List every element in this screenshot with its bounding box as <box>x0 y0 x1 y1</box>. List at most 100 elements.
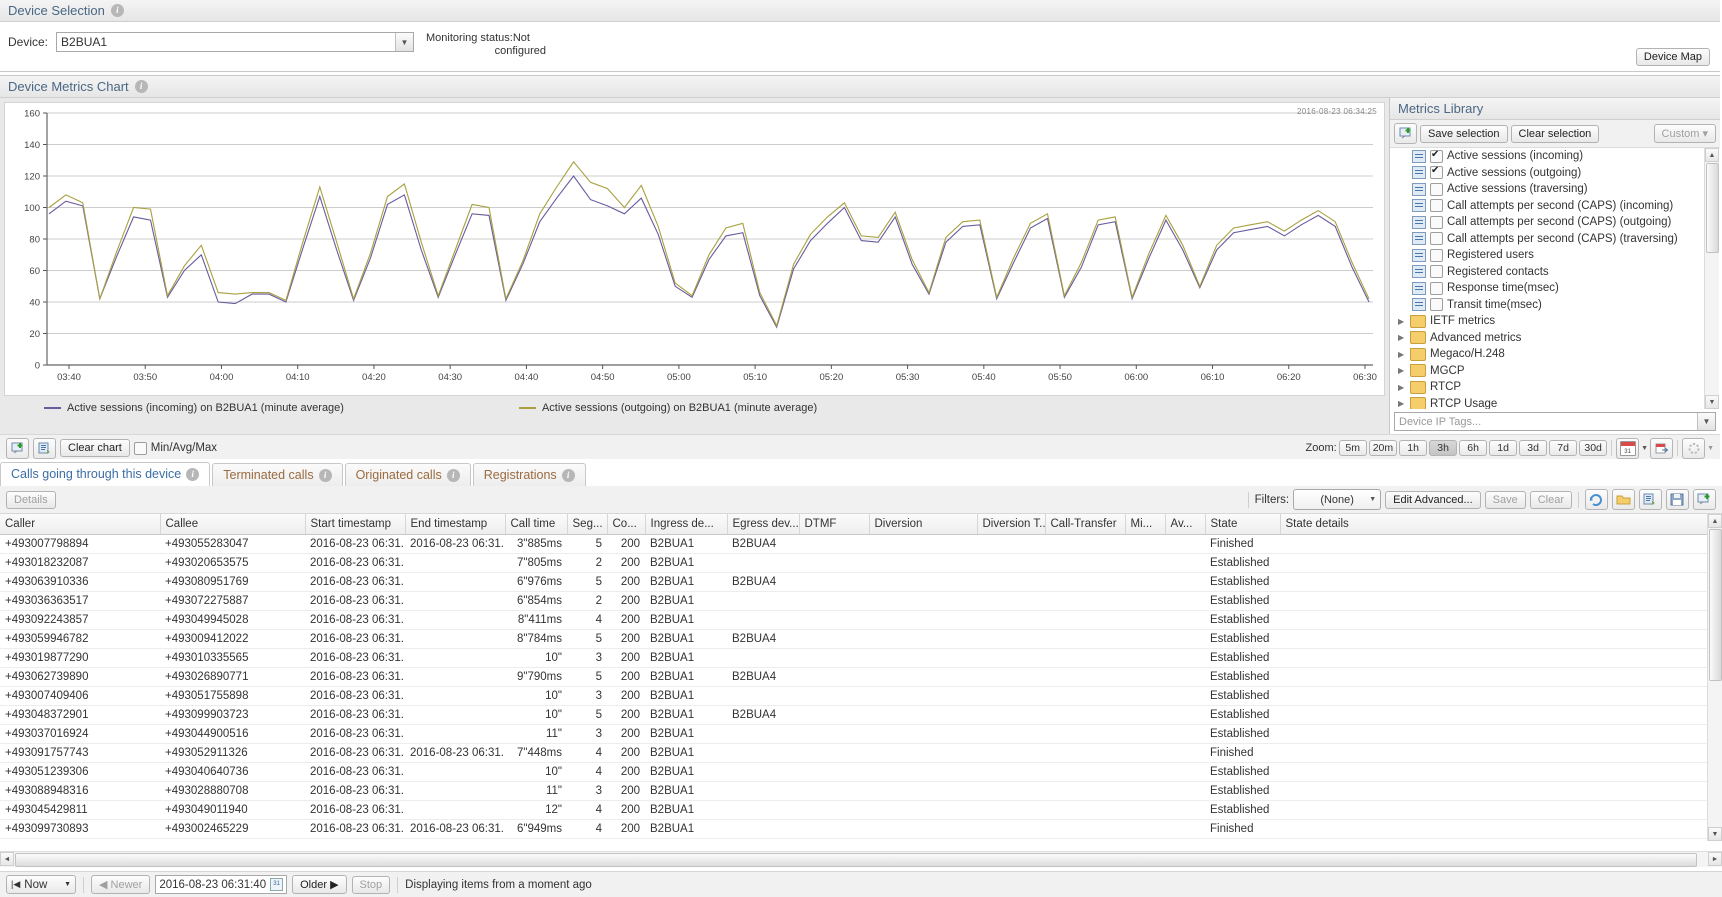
metric-checkbox[interactable] <box>1430 165 1443 180</box>
metric-item[interactable]: Response time(msec) <box>1390 280 1720 297</box>
calendar-picker-icon[interactable] <box>1616 437 1640 459</box>
device-map-button[interactable]: Device Map <box>1635 48 1710 66</box>
export-chart-icon[interactable] <box>6 437 29 459</box>
metric-checkbox[interactable] <box>1430 215 1443 229</box>
zoom-5m-button[interactable]: 5m <box>1338 440 1367 456</box>
info-icon[interactable]: i <box>561 468 575 482</box>
scrollbar-thumb[interactable] <box>1706 163 1719 253</box>
metric-item[interactable]: Registered users <box>1390 247 1720 264</box>
table-row[interactable]: +493062739890 +493026890771 2016-08-23 06:… <box>0 667 1722 687</box>
metric-item[interactable]: Active sessions (traversing) <box>1390 181 1720 198</box>
table-row[interactable]: +493088948316 +493028880708 2016-08-23 06:… <box>0 781 1722 801</box>
metrics-library-list[interactable]: Active sessions (incoming) Active session… <box>1390 148 1720 409</box>
chevron-right-icon[interactable]: ▶ <box>1398 350 1406 359</box>
metric-folder[interactable]: ▶ MGCP <box>1390 363 1720 380</box>
metric-folder[interactable]: ▶ RTCP <box>1390 379 1720 396</box>
minavgmax-checkbox[interactable] <box>133 441 147 455</box>
table-row[interactable]: +493037016924 +493044900516 2016-08-23 06:… <box>0 724 1722 744</box>
grid-vertical-scrollbar[interactable]: ▲ ▼ <box>1707 514 1722 841</box>
column-header[interactable]: Callee <box>160 514 306 535</box>
device-select[interactable]: B2BUA1 ▼ <box>56 32 415 52</box>
table-row[interactable]: +493007798894 +493055283047 2016-08-23 06:… <box>0 534 1722 554</box>
calendar-icon[interactable]: 31 <box>270 878 284 891</box>
table-row[interactable]: +493051239306 +493040640736 2016-08-23 06:… <box>0 762 1722 782</box>
metric-item[interactable]: Call attempts per second (CAPS) (outgoin… <box>1390 214 1720 231</box>
info-icon[interactable]: i <box>110 4 124 17</box>
scrollbar-thumb[interactable] <box>15 853 1697 867</box>
metric-item[interactable]: Transit time(msec) <box>1390 297 1720 314</box>
edit-advanced-button[interactable]: Edit Advanced... <box>1385 490 1481 509</box>
chart-plot-area[interactable]: 2016-08-23 06:34:25 0 20 40 60 80 100 120 140 16… <box>4 102 1385 396</box>
now-select[interactable]: |◀ Now ▼ <box>6 875 76 894</box>
chevron-right-icon[interactable]: ▶ <box>1398 317 1406 326</box>
tab-2[interactable]: Originated calls i <box>344 463 471 487</box>
metric-item[interactable]: Active sessions (incoming) <box>1390 148 1720 165</box>
filter-select[interactable]: (None) ▼ <box>1293 489 1382 510</box>
column-header[interactable]: DTMF <box>799 514 870 535</box>
column-header[interactable]: Start timestamp <box>305 514 406 535</box>
scroll-right-icon[interactable]: ► <box>1708 852 1722 866</box>
scroll-up-icon[interactable]: ▲ <box>1705 148 1719 162</box>
zoom-3h-button[interactable]: 3h <box>1429 440 1458 456</box>
table-row[interactable]: +493007409406 +493051755898 2016-08-23 06:… <box>0 686 1722 706</box>
export-grid-icon[interactable] <box>1693 489 1716 510</box>
metric-checkbox[interactable] <box>1430 182 1443 196</box>
zoom-3d-button[interactable]: 3d <box>1519 440 1548 456</box>
tab-0[interactable]: Calls going through this device i <box>0 462 211 487</box>
save-selection-button[interactable]: Save selection <box>1420 124 1508 143</box>
column-header[interactable]: Call-Transfer <box>1045 514 1126 535</box>
clear-chart-button[interactable]: Clear chart <box>60 439 130 457</box>
chevron-down-icon[interactable]: ▼ <box>1707 445 1714 452</box>
device-ip-tags-input[interactable]: Device IP Tags... ▼ <box>1394 412 1716 431</box>
zoom-1h-button[interactable]: 1h <box>1399 440 1428 456</box>
table-row[interactable]: +493019877290 +493010335565 2016-08-23 06:… <box>0 648 1722 668</box>
metric-checkbox[interactable] <box>1430 298 1443 312</box>
column-header[interactable]: Diversion T... <box>977 514 1046 535</box>
clear-filter-button[interactable]: Clear <box>1529 490 1572 509</box>
column-header[interactable]: Co... <box>607 514 646 535</box>
chart-settings-icon[interactable] <box>33 437 56 459</box>
calendar-export-icon[interactable] <box>1650 437 1674 459</box>
scrollbar-thumb[interactable] <box>1709 529 1722 681</box>
report-icon[interactable] <box>1639 489 1662 510</box>
tab-3[interactable]: Registrations i <box>472 463 586 487</box>
clear-selection-button[interactable]: Clear selection <box>1510 124 1600 143</box>
older-button[interactable]: Older ▶ <box>292 875 347 894</box>
grid-horizontal-scrollbar[interactable]: ◄ ► <box>0 851 1722 867</box>
column-header[interactable]: Egress dev... <box>727 514 800 535</box>
table-row[interactable]: +493045429811 +493049011940 2016-08-23 06:… <box>0 800 1722 820</box>
metric-item[interactable]: Call attempts per second (CAPS) (travers… <box>1390 231 1720 248</box>
metric-checkbox[interactable] <box>1430 265 1443 279</box>
refresh-icon[interactable] <box>1682 437 1706 459</box>
table-row[interactable]: +493036363517 +493072275887 2016-08-23 06:… <box>0 591 1722 611</box>
zoom-6h-button[interactable]: 6h <box>1459 440 1488 456</box>
metric-checkbox[interactable] <box>1430 232 1443 246</box>
chevron-down-icon[interactable]: ▼ <box>1641 445 1648 452</box>
zoom-7d-button[interactable]: 7d <box>1549 440 1578 456</box>
tab-1[interactable]: Terminated calls i <box>212 463 343 487</box>
scroll-up-icon[interactable]: ▲ <box>1708 514 1722 528</box>
zoom-30d-button[interactable]: 30d <box>1579 440 1608 456</box>
info-icon[interactable]: i <box>446 468 460 482</box>
table-row[interactable]: +493048372901 +493099903723 2016-08-23 06:… <box>0 705 1722 725</box>
table-row[interactable]: +493060522558+4930055297542016-08-23 06:… <box>0 838 1722 841</box>
details-button[interactable]: Details <box>6 490 56 509</box>
column-header[interactable]: Mi... <box>1125 514 1166 535</box>
column-header[interactable]: Ingress de... <box>645 514 728 535</box>
metric-folder[interactable]: ▶ IETF metrics <box>1390 313 1720 330</box>
chevron-down-icon[interactable]: ▼ <box>1697 413 1715 430</box>
metric-folder[interactable]: ▶ Megaco/H.248 <box>1390 346 1720 363</box>
metric-item[interactable]: Registered contacts <box>1390 264 1720 281</box>
scroll-down-icon[interactable]: ▼ <box>1708 827 1722 841</box>
metric-item[interactable]: Active sessions (outgoing) <box>1390 165 1720 182</box>
save-disk-icon[interactable] <box>1666 489 1689 510</box>
table-row[interactable]: +493099730893 +493002465229 2016-08-23 06:… <box>0 819 1722 839</box>
column-header[interactable]: State details <box>1280 514 1722 535</box>
table-row[interactable]: +493063910336 +493080951769 2016-08-23 06:… <box>0 572 1722 592</box>
zoom-1d-button[interactable]: 1d <box>1489 440 1518 456</box>
column-header[interactable]: End timestamp <box>405 514 506 535</box>
custom-button[interactable]: Custom ▾ <box>1653 124 1716 143</box>
info-icon[interactable]: i <box>186 467 200 481</box>
table-row[interactable]: +493018232087 +493020653575 2016-08-23 06:… <box>0 553 1722 573</box>
column-header[interactable]: Diversion <box>869 514 978 535</box>
